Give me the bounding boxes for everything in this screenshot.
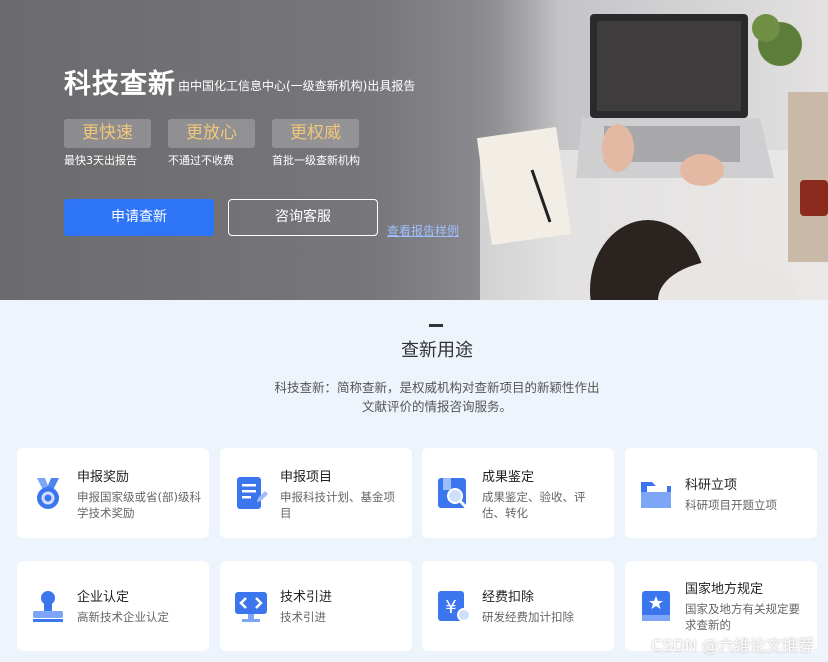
hero-banner: 科技查新 由中国化工信息中心(一级查新机构)出具报告 更快速 更放心 更权威 最… (0, 0, 828, 300)
hero-subtitle: 由中国化工信息中心(一级查新机构)出具报告 (178, 79, 416, 93)
tag-faster: 更快速 (64, 119, 151, 148)
card-title: 申报项目 (280, 470, 333, 485)
stamp-icon (33, 591, 63, 622)
apply-button[interactable]: 申请查新 (64, 199, 214, 236)
card-title: 经费扣除 (482, 590, 535, 605)
card-title: 技术引进 (280, 590, 333, 605)
card-desc: 申报科技计划、基金项目 (280, 490, 395, 520)
card-appraisal[interactable]: 成果鉴定 成果鉴定、验收、评估、转化 (422, 448, 614, 538)
card-research[interactable]: 科研立项 科研项目开题立项 (625, 448, 817, 538)
card-desc: 申报国家级或省(部)级科学技术奖励 (77, 490, 201, 520)
sample-report-link[interactable]: 查看报告样例 (387, 222, 459, 239)
document-edit-icon (237, 477, 268, 509)
card-deduction[interactable]: ¥ 经费扣除 研发经费加计扣除 (422, 561, 614, 651)
medal-icon (37, 478, 59, 509)
card-desc: 科研项目开题立项 (685, 498, 777, 512)
watermark: CSDN @六维论文推荐 (651, 636, 814, 655)
svg-text:¥: ¥ (445, 597, 456, 618)
star-book-icon (642, 591, 670, 621)
card-desc: 研发经费加计扣除 (482, 610, 574, 624)
card-desc: 技术引进 (280, 610, 326, 624)
yen-document-icon: ¥ (438, 591, 471, 622)
book-search-icon (438, 478, 468, 509)
card-title: 企业认定 (77, 590, 130, 605)
card-enterprise[interactable]: 企业认定 高新技术企业认定 (17, 561, 209, 651)
monitor-code-icon (235, 592, 267, 622)
card-title: 申报奖励 (77, 470, 130, 485)
tag-caption-faster: 最快3天出报告 (64, 154, 137, 167)
card-award[interactable]: 申报奖励 申报国家级或省(部)级科学技术奖励 (17, 448, 209, 538)
tag-authoritative: 更权威 (272, 119, 359, 148)
folder-icon (641, 482, 671, 508)
hero-title: 科技查新 (64, 69, 176, 100)
hero-photo (470, 0, 828, 300)
card-project[interactable]: 申报项目 申报科技计划、基金项目 (220, 448, 412, 538)
card-desc: 高新技术企业认定 (77, 610, 169, 624)
tag-reassuring: 更放心 (168, 119, 255, 148)
card-title: 国家地方规定 (685, 582, 764, 597)
section-title: 查新用途 (401, 340, 473, 361)
card-title: 科研立项 (685, 478, 738, 493)
tag-caption-reassuring: 不通过不收费 (168, 154, 234, 167)
card-desc: 成果鉴定、验收、评估、转化 (482, 490, 586, 520)
consult-button[interactable]: 咨询客服 (228, 199, 378, 236)
card-tech-intro[interactable]: 技术引进 技术引进 (220, 561, 412, 651)
card-title: 成果鉴定 (482, 470, 535, 485)
section-description: 科技查新：简称查新，是权威机构对查新项目的新颖性作出文献评价的情报咨询服务。 (274, 380, 600, 414)
tag-caption-authoritative: 首批一级查新机构 (272, 154, 360, 167)
card-desc: 国家及地方有关规定要求查新的 (685, 602, 800, 632)
section-title-mark (429, 324, 443, 327)
